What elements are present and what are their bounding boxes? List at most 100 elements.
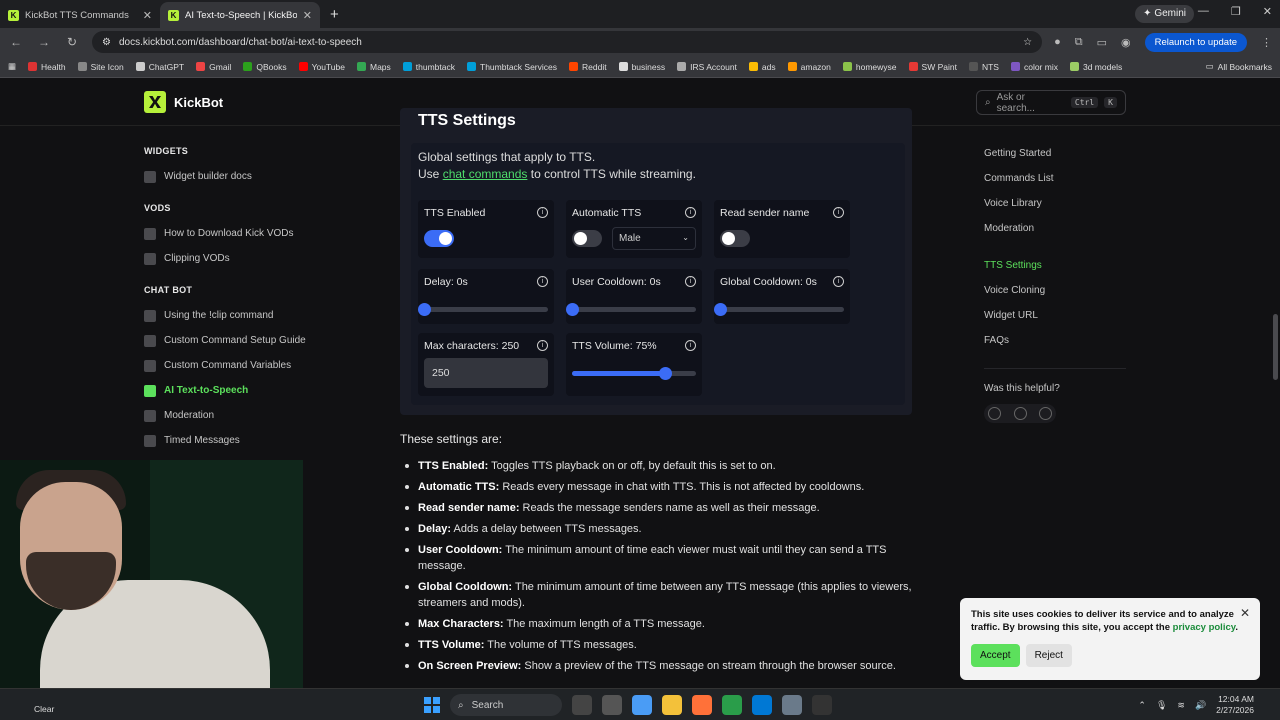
tab-kickbot-tts-commands[interactable]: K KickBot TTS Commands ✕ [0, 2, 160, 28]
bookmark-health[interactable]: Health [28, 62, 66, 72]
bookmark-thumbtack[interactable]: thumbtack [402, 62, 455, 72]
more-menu-icon[interactable]: ⋮ [1261, 36, 1272, 49]
cast-icon[interactable]: ▭ [1097, 36, 1107, 49]
bookmark-gmail[interactable]: Gmail [196, 62, 231, 72]
toc-commands-list[interactable]: Commands List [984, 173, 1134, 185]
info-icon[interactable]: i [833, 276, 844, 287]
sidebar-item-moderation[interactable]: Moderation [144, 403, 344, 428]
user-cooldown-slider[interactable] [566, 303, 696, 316]
tab-ai-text-to-speech[interactable]: K AI Text-to-Speech | KickBot ✕ [160, 2, 320, 28]
obs-icon[interactable] [812, 695, 832, 715]
max-characters-input[interactable]: 250 [424, 358, 548, 388]
slider-thumb[interactable] [418, 303, 431, 316]
task-view-icon[interactable] [572, 695, 592, 715]
toc-moderation[interactable]: Moderation [984, 223, 1134, 235]
reload-icon[interactable]: ↻ [64, 35, 80, 49]
forward-icon[interactable]: → [36, 35, 52, 49]
profile-avatar-icon[interactable]: ◉ [1121, 36, 1131, 49]
happy-face-icon[interactable] [988, 407, 1001, 420]
site-info-icon[interactable]: ⚙ [102, 37, 111, 48]
app-icon[interactable] [752, 695, 772, 715]
sidebar-item-ai-text-to-speech[interactable]: AI Text-to-Speech [144, 378, 344, 403]
slider-thumb[interactable] [659, 367, 672, 380]
tts-enabled-toggle[interactable] [424, 230, 454, 247]
automatic-tts-toggle[interactable] [572, 230, 602, 247]
toc-faqs[interactable]: FAQs [984, 335, 1134, 347]
gemini-button[interactable]: ✦ Gemini [1135, 5, 1194, 23]
bookmark-youtube[interactable]: YouTube [298, 62, 345, 72]
global-cooldown-slider[interactable] [714, 303, 844, 316]
bookmark-chatgpt[interactable]: ChatGPT [135, 62, 184, 72]
voice-select[interactable]: Male ⌄ [612, 227, 696, 250]
sidebar-item-clip-command[interactable]: Using the !clip command [144, 303, 344, 328]
close-icon[interactable]: ✕ [1240, 606, 1250, 620]
taskbar-search[interactable]: ⌕ Search [450, 694, 562, 716]
chevron-up-icon[interactable]: ⌃ [1138, 700, 1146, 711]
toc-voice-library[interactable]: Voice Library [984, 198, 1134, 210]
bookmark-sw-paint[interactable]: SW Paint [908, 62, 957, 72]
chrome-icon[interactable] [722, 695, 742, 715]
maximize-icon[interactable]: ❐ [1231, 5, 1241, 18]
bookmark-amazon[interactable]: amazon [787, 62, 831, 72]
apps-grid-icon[interactable]: ▦ [8, 61, 16, 72]
sidebar-item-widget-builder-docs[interactable]: Widget builder docs [144, 164, 344, 189]
all-bookmarks[interactable]: ▭ All Bookmarks [1206, 61, 1272, 72]
page-scrollbar[interactable] [1273, 314, 1278, 380]
address-bar[interactable]: ⚙ docs.kickbot.com/dashboard/chat-bot/ai… [92, 31, 1043, 53]
close-window-icon[interactable]: ✕ [1263, 5, 1272, 18]
firefox-icon[interactable] [692, 695, 712, 715]
sidebar-item-custom-command-variables[interactable]: Custom Command Variables [144, 353, 344, 378]
toc-getting-started[interactable]: Getting Started [984, 148, 1134, 160]
bookmark-reddit[interactable]: Reddit [569, 62, 607, 72]
bookmark-qbooks[interactable]: QBooks [243, 62, 287, 72]
bookmark-ads[interactable]: ads [748, 62, 776, 72]
bookmark-3d-models[interactable]: 3d models [1069, 62, 1122, 72]
delay-slider[interactable] [418, 303, 548, 316]
sad-face-icon[interactable] [1039, 407, 1052, 420]
info-icon[interactable]: i [833, 207, 844, 218]
sidebar-item-clipping-vods[interactable]: Clipping VODs [144, 246, 344, 271]
toc-widget-url[interactable]: Widget URL [984, 310, 1134, 322]
relaunch-button[interactable]: Relaunch to update [1144, 32, 1247, 52]
sidebar-item-custom-command-setup[interactable]: Custom Command Setup Guide [144, 328, 344, 353]
notepad-icon[interactable] [782, 695, 802, 715]
copilot-icon[interactable] [632, 695, 652, 715]
info-icon[interactable]: i [537, 207, 548, 218]
minimize-icon[interactable]: — [1198, 5, 1209, 18]
privacy-policy-link[interactable]: privacy policy [1173, 622, 1236, 633]
bookmark-thumbtack-services[interactable]: Thumbtack Services [467, 62, 557, 72]
neutral-face-icon[interactable] [1013, 407, 1027, 420]
search-input[interactable]: ⌕ Ask or search... Ctrl K [976, 90, 1126, 115]
toc-voice-cloning[interactable]: Voice Cloning [984, 285, 1134, 297]
info-icon[interactable]: i [685, 207, 696, 218]
slider-thumb[interactable] [566, 303, 579, 316]
bookmark-site-icon[interactable]: Site Icon [77, 62, 124, 72]
bookmark-irs-account[interactable]: IRS Account [677, 62, 737, 72]
extensions-puzzle-icon[interactable]: ⧉ [1075, 36, 1083, 49]
new-tab-button[interactable]: + [320, 2, 349, 28]
microphone-icon[interactable]: 🎙 [1156, 700, 1167, 711]
bookmark-nts[interactable]: NTS [968, 62, 999, 72]
volume-icon[interactable]: 🔊 [1195, 700, 1206, 711]
info-icon[interactable]: i [685, 340, 696, 351]
bookmark-business[interactable]: business [618, 62, 665, 72]
back-icon[interactable]: ← [8, 35, 24, 49]
brand[interactable]: KickBot [144, 91, 223, 113]
bookmark-color-mix[interactable]: color mix [1010, 62, 1058, 72]
file-explorer-icon[interactable] [662, 695, 682, 715]
close-tab-icon[interactable]: ✕ [143, 9, 152, 22]
toc-tts-settings[interactable]: TTS Settings [984, 260, 1134, 272]
tts-volume-slider[interactable] [572, 367, 696, 380]
bookmark-maps[interactable]: Maps [356, 62, 391, 72]
clock[interactable]: 12:04 AM 2/27/2026 [1216, 694, 1254, 716]
reject-button[interactable]: Reject [1025, 644, 1072, 667]
chat-commands-link[interactable]: chat commands [443, 167, 528, 181]
close-tab-icon[interactable]: ✕ [303, 9, 312, 22]
bookmark-star-icon[interactable]: ☆ [1023, 37, 1032, 48]
accept-button[interactable]: Accept [971, 644, 1020, 667]
sidebar-item-timed-messages[interactable]: Timed Messages [144, 428, 344, 453]
extension-icon[interactable]: ● [1054, 36, 1061, 48]
bookmark-homewyse[interactable]: homewyse [842, 62, 897, 72]
read-sender-toggle[interactable] [720, 230, 750, 247]
widgets-icon[interactable] [602, 695, 622, 715]
